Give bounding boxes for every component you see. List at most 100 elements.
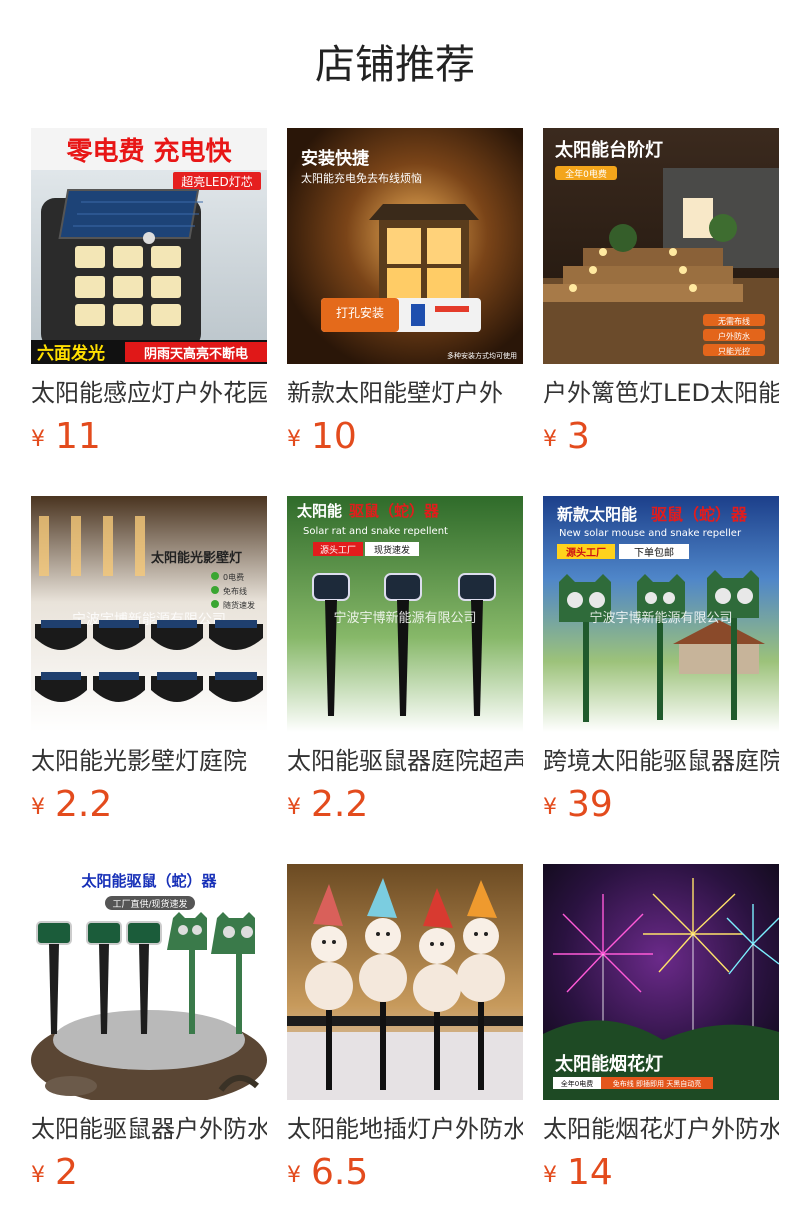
product-card[interactable]: 零电费 充电快 超亮LED灯芯 六面发光 阴雨天高亮不断电 太阳能感应灯户外花园… bbox=[31, 128, 267, 457]
image-headline: 太阳能驱鼠（蛇）器 bbox=[81, 872, 217, 890]
image-tag-b: 下单包邮 bbox=[634, 546, 674, 559]
solar-lantern-icon: 安装快捷 太阳能充电免去布线烦恼 打孔安装 多种安装方式均可使用 bbox=[287, 128, 523, 364]
image-tag: 超亮LED灯芯 bbox=[181, 174, 253, 189]
image-tag-a: 源头工厂 bbox=[320, 545, 356, 556]
image-footer-left: 六面发光 bbox=[37, 343, 105, 364]
product-price: ¥2.2 bbox=[31, 784, 112, 826]
image-headline-a: 太阳能 bbox=[297, 502, 342, 520]
image-tag-b: 现货速发 bbox=[374, 544, 410, 556]
currency-symbol: ¥ bbox=[543, 427, 557, 452]
solar-wall-light-icon: 零电费 充电快 超亮LED灯芯 六面发光 阴雨天高亮不断电 bbox=[31, 128, 267, 364]
price-value: 2.2 bbox=[55, 784, 113, 825]
product-name[interactable]: 太阳能驱鼠器庭院超声波 bbox=[287, 744, 523, 778]
image-badge: 随货速发 bbox=[223, 600, 255, 610]
currency-symbol: ¥ bbox=[287, 795, 301, 820]
product-name[interactable]: 太阳能感应灯户外花园 bbox=[31, 376, 267, 410]
product-card[interactable]: 新款太阳能 驱鼠（蛇）器 New solar mouse and snake r… bbox=[543, 496, 779, 825]
product-image[interactable]: 零电费 充电快 超亮LED灯芯 六面发光 阴雨天高亮不断电 bbox=[31, 128, 267, 364]
image-badge: 0电费 bbox=[223, 572, 244, 582]
image-watermark: 宁波宇博新能源有限公司 bbox=[333, 610, 476, 626]
product-image[interactable]: 新款太阳能 驱鼠（蛇）器 New solar mouse and snake r… bbox=[543, 496, 779, 732]
product-name[interactable]: 户外篱笆灯LED太阳能 bbox=[543, 376, 779, 410]
image-tag-a: 全年0电费 bbox=[561, 1079, 593, 1088]
currency-symbol: ¥ bbox=[287, 1163, 301, 1188]
image-tag-a: 源头工厂 bbox=[566, 546, 606, 559]
product-name[interactable]: 跨境太阳能驱鼠器庭院 bbox=[543, 744, 779, 778]
image-headline: 太阳能台阶灯 bbox=[555, 139, 663, 161]
currency-symbol: ¥ bbox=[31, 427, 45, 452]
currency-symbol: ¥ bbox=[31, 1163, 45, 1188]
image-footer: 多种安装方式均可使用 bbox=[447, 351, 517, 360]
currency-symbol: ¥ bbox=[287, 427, 301, 452]
step-light-icon: 太阳能台阶灯 全年0电费 无需布线 户外防水 只能光控 bbox=[543, 128, 779, 364]
product-price: ¥3 bbox=[543, 416, 590, 458]
firework-light-icon: 太阳能烟花灯 全年0电费 免布线 即插即用 天黑自动亮 bbox=[543, 864, 779, 1100]
image-tag: 打孔安装 bbox=[336, 305, 384, 320]
image-headline: 安装快捷 bbox=[301, 148, 370, 169]
price-value: 2 bbox=[55, 1152, 78, 1193]
product-card[interactable]: 太阳能台阶灯 全年0电费 无需布线 户外防水 只能光控 户外篱笆灯LED太阳能 … bbox=[543, 128, 779, 457]
image-subline: Solar rat and snake repellent bbox=[303, 526, 448, 537]
price-value: 11 bbox=[55, 416, 101, 457]
snowman-stake-light-icon bbox=[287, 864, 523, 1100]
product-image[interactable]: 太阳能烟花灯 全年0电费 免布线 即插即用 天黑自动亮 bbox=[543, 864, 779, 1100]
rodent-repeller-icon: 太阳能 驱鼠（蛇）器 Solar rat and snake repellent… bbox=[287, 496, 523, 732]
image-tag-b: 免布线 即插即用 天黑自动亮 bbox=[613, 1079, 701, 1088]
image-badge: 免布线 bbox=[223, 586, 247, 596]
product-name[interactable]: 太阳能地插灯户外防水 bbox=[287, 1112, 523, 1146]
product-name[interactable]: 太阳能光影壁灯庭院 bbox=[31, 744, 267, 778]
product-card[interactable]: 太阳能驱鼠（蛇）器 工厂直供/现货速发 太阳能驱鼠器户外防水 ¥ 2 bbox=[31, 864, 267, 1193]
product-name[interactable]: 新款太阳能壁灯户外 bbox=[287, 376, 523, 410]
product-price: ¥11 bbox=[31, 416, 101, 458]
product-name[interactable]: 太阳能驱鼠器户外防水 bbox=[31, 1112, 267, 1146]
price-value: 2.2 bbox=[311, 784, 369, 825]
product-card[interactable]: 太阳能光影壁灯 0电费 免布线 随货速发 宁波宇博新能源有限公司 太阳能光影壁灯… bbox=[31, 496, 267, 825]
currency-symbol: ¥ bbox=[543, 795, 557, 820]
product-name[interactable]: 太阳能烟花灯户外防水 bbox=[543, 1112, 779, 1146]
product-image[interactable]: 太阳能台阶灯 全年0电费 无需布线 户外防水 只能光控 bbox=[543, 128, 779, 364]
product-price: ¥2.2 bbox=[287, 784, 368, 826]
image-headline: 太阳能烟花灯 bbox=[555, 1053, 663, 1075]
image-headline: 零电费 充电快 bbox=[66, 136, 232, 167]
product-image[interactable] bbox=[287, 864, 523, 1100]
image-watermark: 宁波宇博新能源有限公司 bbox=[589, 610, 732, 626]
image-badge: 只能光控 bbox=[718, 346, 750, 356]
currency-symbol: ¥ bbox=[543, 1163, 557, 1188]
image-tag: 工厂直供/现货速发 bbox=[112, 898, 187, 910]
image-tag: 全年0电费 bbox=[565, 168, 607, 180]
image-badge: 户外防水 bbox=[718, 331, 750, 341]
recommend-page: 店铺推荐 零电费 充电快 超亮LED灯芯 六面发光 阴雨天高亮不断电 太阳能感应… bbox=[0, 0, 790, 1232]
shadow-wall-light-icon: 太阳能光影壁灯 0电费 免布线 随货速发 宁波宇博新能源有限公司 bbox=[31, 496, 267, 732]
image-footer-right: 阴雨天高亮不断电 bbox=[144, 346, 248, 362]
owl-repeller-icon: 新款太阳能 驱鼠（蛇）器 New solar mouse and snake r… bbox=[543, 496, 779, 732]
image-headline-b: 驱鼠（蛇）器 bbox=[349, 502, 440, 520]
image-headline-a: 新款太阳能 bbox=[557, 505, 637, 524]
image-headline-b: 驱鼠（蛇）器 bbox=[651, 505, 748, 524]
product-price: ¥10 bbox=[287, 416, 357, 458]
product-image[interactable]: 安装快捷 太阳能充电免去布线烦恼 打孔安装 多种安装方式均可使用 bbox=[287, 128, 523, 364]
product-card[interactable]: 太阳能 驱鼠（蛇）器 Solar rat and snake repellent… bbox=[287, 496, 523, 825]
price-value: 6.5 bbox=[311, 1152, 369, 1193]
currency-symbol: ¥ bbox=[31, 795, 45, 820]
product-card[interactable]: 安装快捷 太阳能充电免去布线烦恼 打孔安装 多种安装方式均可使用 新款太阳能壁灯… bbox=[287, 128, 523, 457]
product-price: ¥2 bbox=[31, 1152, 78, 1194]
price-value: 10 bbox=[311, 416, 357, 457]
price-value: 14 bbox=[567, 1152, 613, 1193]
product-card[interactable]: 太阳能烟花灯 全年0电费 免布线 即插即用 天黑自动亮 太阳能烟花灯户外防水 ¥… bbox=[543, 864, 779, 1193]
product-price: ¥39 bbox=[543, 784, 613, 826]
page-title: 店铺推荐 bbox=[315, 42, 475, 88]
image-subline: 太阳能充电免去布线烦恼 bbox=[301, 171, 422, 185]
image-subline: New solar mouse and snake repeller bbox=[559, 528, 742, 539]
product-image[interactable]: 太阳能驱鼠（蛇）器 工厂直供/现货速发 bbox=[31, 864, 267, 1100]
product-image[interactable]: 太阳能光影壁灯 0电费 免布线 随货速发 宁波宇博新能源有限公司 bbox=[31, 496, 267, 732]
product-image[interactable]: 太阳能 驱鼠（蛇）器 Solar rat and snake repellent… bbox=[287, 496, 523, 732]
product-price: ¥14 bbox=[543, 1152, 613, 1194]
price-value: 3 bbox=[567, 416, 590, 457]
product-price: ¥6.5 bbox=[287, 1152, 368, 1194]
image-headline: 太阳能光影壁灯 bbox=[150, 550, 242, 566]
product-grid: 零电费 充电快 超亮LED灯芯 六面发光 阴雨天高亮不断电 太阳能感应灯户外花园… bbox=[31, 128, 790, 1193]
price-value: 39 bbox=[567, 784, 613, 825]
repeller-set-icon: 太阳能驱鼠（蛇）器 工厂直供/现货速发 bbox=[31, 864, 267, 1100]
product-card[interactable]: 太阳能地插灯户外防水 ¥6.5 bbox=[287, 864, 523, 1193]
image-badge: 无需布线 bbox=[718, 316, 750, 326]
